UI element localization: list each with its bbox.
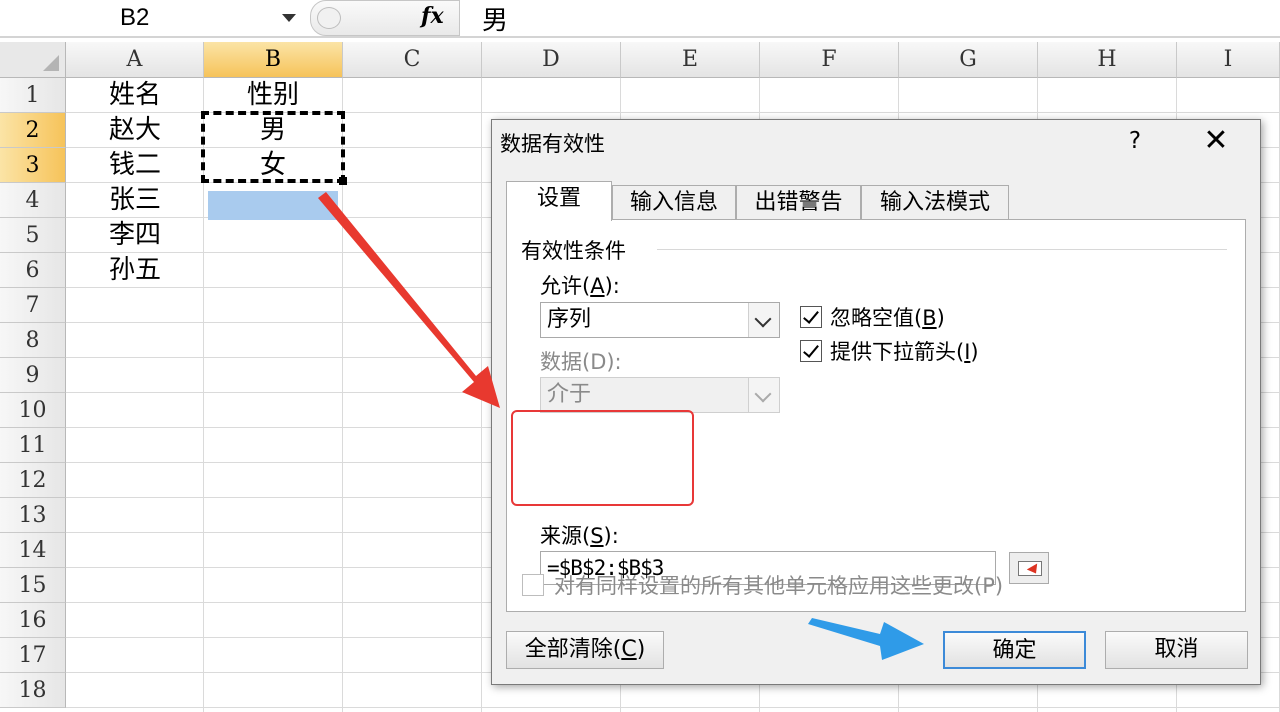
formula-input[interactable]: 男 bbox=[460, 0, 1280, 36]
apply-to-all-label[interactable]: 对有同样设置的所有其他单元格应用这些更改(P) bbox=[554, 570, 1003, 600]
allow-select[interactable]: 序列 bbox=[540, 302, 780, 338]
ignore-blank-label[interactable]: 忽略空值(B) bbox=[830, 302, 945, 332]
row-header-15[interactable]: 15 bbox=[0, 568, 66, 603]
row-header-17[interactable]: 17 bbox=[0, 638, 66, 673]
column-header-i[interactable]: I bbox=[1177, 42, 1280, 78]
row-header-7[interactable]: 7 bbox=[0, 288, 66, 323]
help-button[interactable]: ? bbox=[1120, 124, 1150, 158]
collapse-dialog-button[interactable] bbox=[1009, 552, 1049, 584]
allow-select-value: 序列 bbox=[547, 307, 592, 332]
name-box[interactable]: B2 bbox=[0, 0, 306, 36]
formula-bar-controls: fx bbox=[310, 0, 460, 36]
ok-button[interactable]: 确定 bbox=[943, 631, 1086, 669]
gridline-v bbox=[481, 78, 482, 712]
in-cell-dropdown-checkbox[interactable] bbox=[800, 340, 822, 362]
cell-a5[interactable]: 李四 bbox=[66, 218, 204, 253]
row-header-16[interactable]: 16 bbox=[0, 603, 66, 638]
row-header-8[interactable]: 8 bbox=[0, 323, 66, 358]
resize-knob-icon[interactable] bbox=[317, 7, 341, 29]
data-validation-dialog: 数据有效性 ? ✕ 设置 输入信息 出错警告 输入法模式 有效性条件 允许(A)… bbox=[491, 119, 1261, 685]
row-header-3[interactable]: 3 bbox=[0, 148, 66, 183]
row-header-5[interactable]: 5 bbox=[0, 218, 66, 253]
gridline-h bbox=[66, 707, 1280, 708]
cell-a1[interactable]: 姓名 bbox=[66, 78, 204, 113]
group-divider bbox=[657, 249, 1227, 250]
clear-all-button[interactable]: 全部清除(C) bbox=[506, 631, 664, 669]
validation-criteria-group-label: 有效性条件 bbox=[521, 239, 626, 263]
cell-a4[interactable]: 张三 bbox=[66, 183, 204, 218]
row-header-13[interactable]: 13 bbox=[0, 498, 66, 533]
column-header-c[interactable]: C bbox=[343, 42, 482, 78]
fill-handle[interactable] bbox=[339, 177, 347, 185]
chevron-down-icon bbox=[748, 378, 779, 412]
data-select-value: 介于 bbox=[547, 382, 592, 407]
tab-input-message[interactable]: 输入信息 bbox=[612, 185, 736, 219]
row-header-12[interactable]: 12 bbox=[0, 463, 66, 498]
cell-b1[interactable]: 性别 bbox=[204, 78, 342, 113]
source-highlight-box bbox=[511, 410, 694, 506]
column-header-d[interactable]: D bbox=[482, 42, 621, 78]
formula-bar: B2 fx 男 bbox=[0, 0, 1280, 38]
cell-highlight-b3 bbox=[208, 191, 338, 220]
data-select: 介于 bbox=[540, 377, 780, 413]
dialog-title: 数据有效性 bbox=[500, 132, 605, 156]
row-header-9[interactable]: 9 bbox=[0, 358, 66, 393]
close-button[interactable]: ✕ bbox=[1196, 124, 1236, 158]
row-header-10[interactable]: 10 bbox=[0, 393, 66, 428]
cell-a2[interactable]: 赵大 bbox=[66, 113, 204, 148]
in-cell-dropdown-label[interactable]: 提供下拉箭头(I) bbox=[830, 336, 979, 366]
row-header-6[interactable]: 6 bbox=[0, 253, 66, 288]
data-label: 数据(D): bbox=[540, 350, 622, 374]
column-header-e[interactable]: E bbox=[621, 42, 760, 78]
tab-error-alert[interactable]: 出错警告 bbox=[736, 185, 861, 219]
row-header-1[interactable]: 1 bbox=[0, 78, 66, 113]
allow-label: 允许(A): bbox=[540, 274, 620, 298]
column-header-g[interactable]: G bbox=[899, 42, 1038, 78]
apply-to-all-checkbox[interactable] bbox=[522, 574, 544, 596]
cell-a6[interactable]: 孙五 bbox=[66, 253, 204, 288]
row-header-18[interactable]: 18 bbox=[0, 673, 66, 708]
column-header-a[interactable]: A bbox=[66, 42, 204, 78]
source-label: 来源(S): bbox=[540, 524, 619, 548]
name-box-dropdown-icon[interactable] bbox=[282, 14, 296, 22]
ignore-blank-checkbox[interactable] bbox=[800, 306, 822, 328]
chevron-down-icon[interactable] bbox=[748, 303, 779, 337]
insert-function-icon[interactable]: fx bbox=[421, 3, 444, 29]
column-header-h[interactable]: H bbox=[1038, 42, 1177, 78]
row-header-4[interactable]: 4 bbox=[0, 183, 66, 218]
column-header-b[interactable]: B bbox=[204, 42, 343, 78]
name-box-value: B2 bbox=[120, 4, 150, 31]
tab-settings[interactable]: 设置 bbox=[506, 181, 612, 221]
row-header-14[interactable]: 14 bbox=[0, 533, 66, 568]
formula-value: 男 bbox=[482, 6, 509, 36]
cell-a3[interactable]: 钱二 bbox=[66, 148, 204, 183]
row-header-11[interactable]: 11 bbox=[0, 428, 66, 463]
row-header-2[interactable]: 2 bbox=[0, 113, 66, 148]
cancel-button[interactable]: 取消 bbox=[1105, 631, 1248, 669]
column-header-f[interactable]: F bbox=[760, 42, 899, 78]
selection-marquee bbox=[201, 111, 345, 183]
select-all-corner[interactable] bbox=[0, 42, 66, 78]
tab-ime-mode[interactable]: 输入法模式 bbox=[861, 185, 1009, 219]
